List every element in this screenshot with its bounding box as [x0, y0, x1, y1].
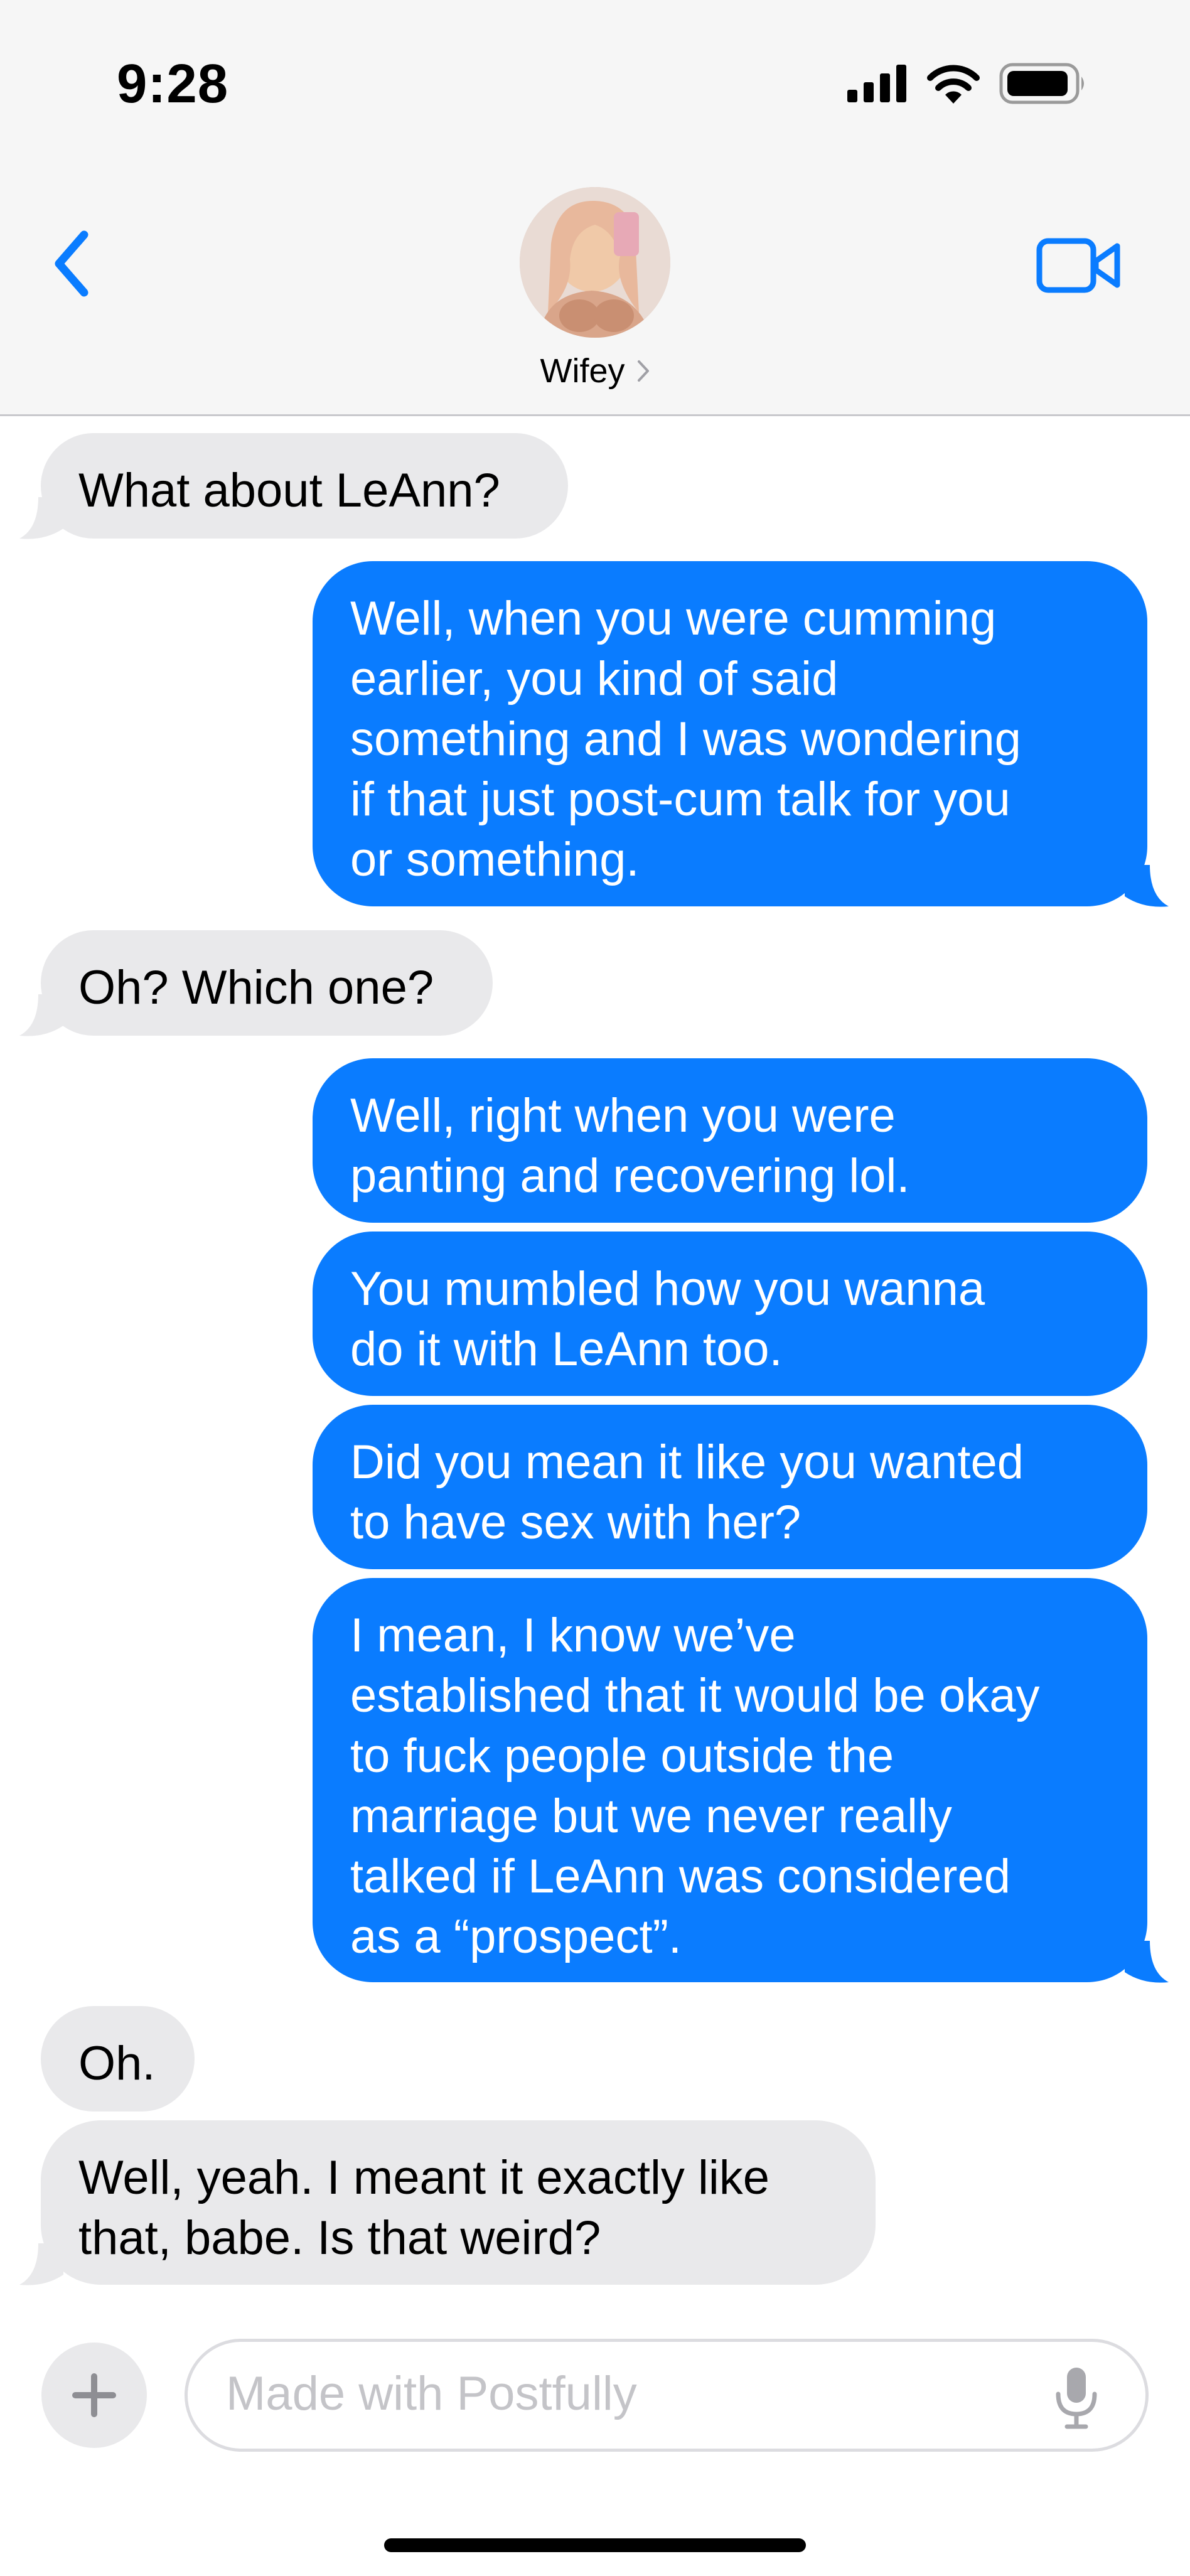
bubble-tail [19, 2243, 63, 2285]
message-text-line: as a “prospect”. [350, 1910, 682, 1963]
back-chevron-icon[interactable] [45, 226, 102, 301]
wifi-icon [927, 65, 980, 104]
incoming-message-bubble[interactable]: What about LeAnn? [41, 433, 568, 539]
battery-icon [999, 63, 1084, 104]
message-text-line: to have sex with her? [350, 1496, 801, 1549]
contact-name-row[interactable]: Wifey [0, 352, 1190, 390]
contact-avatar[interactable] [520, 187, 670, 338]
message-text-line: do it with LeAnn too. [350, 1323, 783, 1376]
message-text-line: earlier, you kind of said [350, 652, 839, 706]
video-camera-icon[interactable] [1036, 237, 1123, 294]
outgoing-message-bubble[interactable]: Well, when you were cumming earlier, you … [313, 561, 1147, 906]
outgoing-message-bubble[interactable]: You mumbled how you wanna do it with LeAn… [313, 1232, 1147, 1396]
message-text-line: What about LeAnn? [78, 464, 500, 517]
message-text-line: if that just post-cum talk for you [350, 773, 1010, 826]
conversation-header: 9:28 Wifey [0, 0, 1190, 416]
incoming-message-bubble[interactable]: Well, yeah. I meant it exactly like that,… [41, 2120, 876, 2285]
incoming-message-bubble[interactable]: Oh? Which one? [41, 930, 493, 1036]
bubble-tail [1125, 1941, 1169, 1983]
message-text-line: to fuck people outside the [350, 1729, 894, 1783]
message-text-line: something and I was wondering [350, 712, 1021, 766]
outgoing-message-bubble[interactable]: Well, right when you were panting and rec… [313, 1058, 1147, 1223]
chevron-right-icon [637, 360, 649, 382]
bubble-tail [19, 497, 63, 539]
add-attachment-button[interactable] [41, 2343, 147, 2448]
message-text-line: Oh? Which one? [78, 961, 434, 1014]
message-text-line: that, babe. Is that weird? [78, 2211, 601, 2265]
avatar-photo [520, 187, 670, 338]
message-input-placeholder: Made with Postfully [226, 2367, 637, 2420]
message-text-line: talked if LeAnn was considered [350, 1850, 1010, 1903]
bubble-tail [1125, 865, 1169, 907]
message-text-line: established that it would be okay [350, 1669, 1040, 1722]
message-text-line: or something. [350, 833, 640, 886]
message-text-line: You mumbled how you wanna [350, 1262, 985, 1316]
microphone-icon[interactable] [1054, 2366, 1098, 2429]
message-text-line: Well, when you were cumming [350, 592, 997, 645]
outgoing-message-bubble[interactable]: Did you mean it like you wanted to have s… [313, 1405, 1147, 1569]
incoming-message-bubble[interactable]: Oh. [41, 2006, 195, 2112]
message-text-line: marriage but we never really [350, 1790, 952, 1843]
message-text-line: Well, right when you were [350, 1089, 896, 1142]
message-text-line: panting and recovering lol. [350, 1149, 910, 1203]
message-text-line: I mean, I know we’ve [350, 1609, 796, 1662]
signal-icon [847, 65, 906, 102]
contact-name: Wifey [540, 352, 625, 390]
status-time: 9:28 [117, 53, 229, 114]
outgoing-message-bubble[interactable]: I mean, I know we’ve established that it … [313, 1578, 1147, 1982]
message-text-line: Did you mean it like you wanted [350, 1436, 1024, 1489]
plus-icon [72, 2373, 116, 2417]
status-icons [847, 63, 1087, 104]
message-text-line: Oh. [78, 2037, 156, 2090]
message-text-line: Well, yeah. I meant it exactly like [78, 2151, 770, 2204]
home-indicator [384, 2538, 806, 2552]
bubble-tail [19, 994, 63, 1036]
